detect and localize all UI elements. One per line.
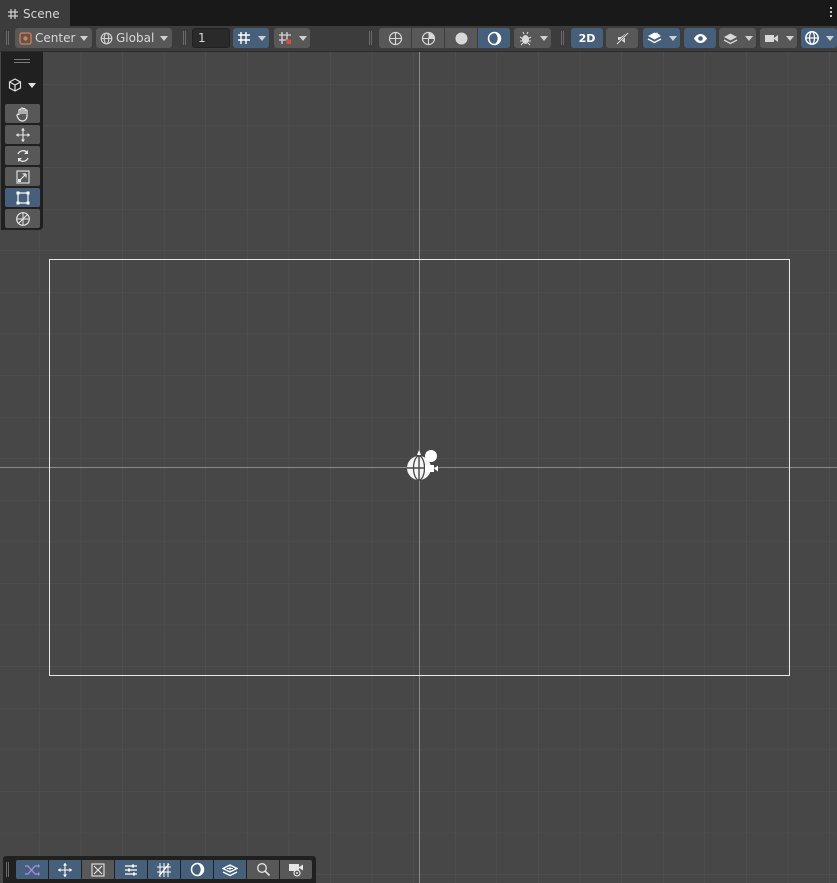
- audio-toggle[interactable]: [606, 28, 638, 48]
- tab-label: Scene: [23, 7, 60, 21]
- cube-view-icon: [8, 78, 22, 92]
- view-options-dropdown[interactable]: [5, 76, 39, 94]
- scene-toolbar: Center Global 1 2D: [0, 26, 837, 52]
- rect-transform-icon: [15, 190, 31, 206]
- shuffle-icon: [24, 863, 40, 877]
- shaded-button[interactable]: [445, 28, 477, 48]
- bottom-overlay-toolbar: [3, 856, 316, 883]
- snap-scale-icon: [90, 862, 106, 878]
- pivot-rotation-dropdown[interactable]: Global: [96, 28, 172, 48]
- grid-size-value: 1: [198, 31, 206, 45]
- move-tool[interactable]: [5, 125, 40, 144]
- shaded-wire-sphere-icon: [421, 31, 436, 46]
- search-button[interactable]: [247, 860, 279, 879]
- moon-icon: [190, 862, 205, 877]
- gizmos-globe-icon: [804, 30, 820, 46]
- solid-sphere-icon: [454, 31, 469, 46]
- camera-settings-dropdown[interactable]: [782, 28, 797, 48]
- toolbar-separator: [369, 31, 372, 45]
- camera-icon: [288, 862, 304, 877]
- search-icon: [256, 862, 271, 877]
- overlay-drag-handle[interactable]: [14, 59, 30, 63]
- overlay-drag-handle[interactable]: [6, 862, 9, 877]
- camera-button[interactable]: [280, 860, 312, 879]
- mode-2d-label: 2D: [578, 31, 596, 45]
- bug-icon: [518, 31, 533, 46]
- grid-size-field[interactable]: 1: [192, 28, 230, 48]
- sliders-icon: [123, 862, 139, 878]
- rect-tool[interactable]: [5, 188, 40, 207]
- increment-snap-toggle[interactable]: [274, 28, 296, 48]
- increment-snap-dropdown[interactable]: [296, 28, 310, 48]
- grid-icon: [8, 9, 18, 19]
- pivot-rotation-label: Global: [116, 31, 155, 45]
- camera-light-gizmo-icon[interactable]: [400, 447, 440, 483]
- pivot-center-icon: [19, 31, 32, 45]
- more-options-icon[interactable]: [829, 7, 833, 19]
- lighting-button[interactable]: [181, 860, 213, 879]
- layers-toggle[interactable]: [719, 28, 741, 48]
- debug-mode-dropdown[interactable]: [536, 28, 551, 48]
- camera-settings-toggle[interactable]: [760, 28, 782, 48]
- wireframe-sphere-icon: [388, 31, 403, 46]
- video-camera-icon: [764, 31, 779, 46]
- move-arrows-icon: [15, 127, 31, 143]
- eye-icon: [693, 31, 708, 46]
- debug-mode-button[interactable]: [514, 28, 536, 48]
- shaded-wireframe-button[interactable]: [412, 28, 444, 48]
- transform-icon: [15, 211, 31, 227]
- layers-icon: [222, 862, 238, 878]
- toolbar-grip[interactable]: [6, 31, 9, 45]
- grid-snap-dropdown[interactable]: [255, 28, 269, 48]
- effects-layers-icon: [647, 31, 662, 46]
- lighting-toggle[interactable]: [478, 28, 510, 48]
- rotate-tool[interactable]: [5, 146, 40, 165]
- mode-2d-toggle[interactable]: 2D: [571, 28, 603, 48]
- grid-snap-button[interactable]: [148, 860, 180, 879]
- transform-tool[interactable]: [5, 209, 40, 228]
- scene-visibility-toggle[interactable]: [684, 28, 716, 48]
- scale-icon: [15, 169, 31, 185]
- sliders-button[interactable]: [115, 860, 147, 879]
- move-arrows-icon: [57, 862, 73, 878]
- effects-toggle[interactable]: [643, 28, 665, 48]
- grid-snap-icon: [156, 862, 172, 878]
- scene-viewport[interactable]: [0, 52, 837, 883]
- grid-snap-toggle[interactable]: [233, 28, 255, 48]
- toolbar-separator: [183, 31, 186, 45]
- move-overlay-button[interactable]: [49, 860, 81, 879]
- wireframe-shading-button[interactable]: [379, 28, 411, 48]
- hand-tool[interactable]: [5, 104, 40, 123]
- increment-snap-icon: [278, 31, 292, 45]
- snap-scale-button[interactable]: [82, 860, 114, 879]
- layers-icon: [723, 31, 738, 46]
- gizmos-toggle[interactable]: [801, 28, 823, 48]
- gizmos-dropdown[interactable]: [823, 28, 837, 48]
- pivot-mode-dropdown[interactable]: Center: [15, 28, 92, 48]
- tab-scene[interactable]: Scene: [0, 0, 70, 26]
- moon-icon: [487, 31, 502, 46]
- shuffle-button[interactable]: [16, 860, 48, 879]
- layers-dropdown[interactable]: [741, 28, 756, 48]
- scale-tool[interactable]: [5, 167, 40, 186]
- effects-dropdown[interactable]: [665, 28, 680, 48]
- grid-snap-icon: [237, 31, 251, 45]
- pivot-mode-label: Center: [35, 31, 76, 45]
- hand-icon: [15, 106, 31, 122]
- layers-button[interactable]: [214, 860, 246, 879]
- audio-muted-icon: [615, 31, 630, 46]
- tab-bar: Scene: [0, 0, 837, 26]
- toolbar-separator: [561, 31, 564, 45]
- globe-icon: [100, 32, 113, 45]
- rotate-icon: [15, 148, 31, 164]
- tools-overlay: [1, 52, 43, 230]
